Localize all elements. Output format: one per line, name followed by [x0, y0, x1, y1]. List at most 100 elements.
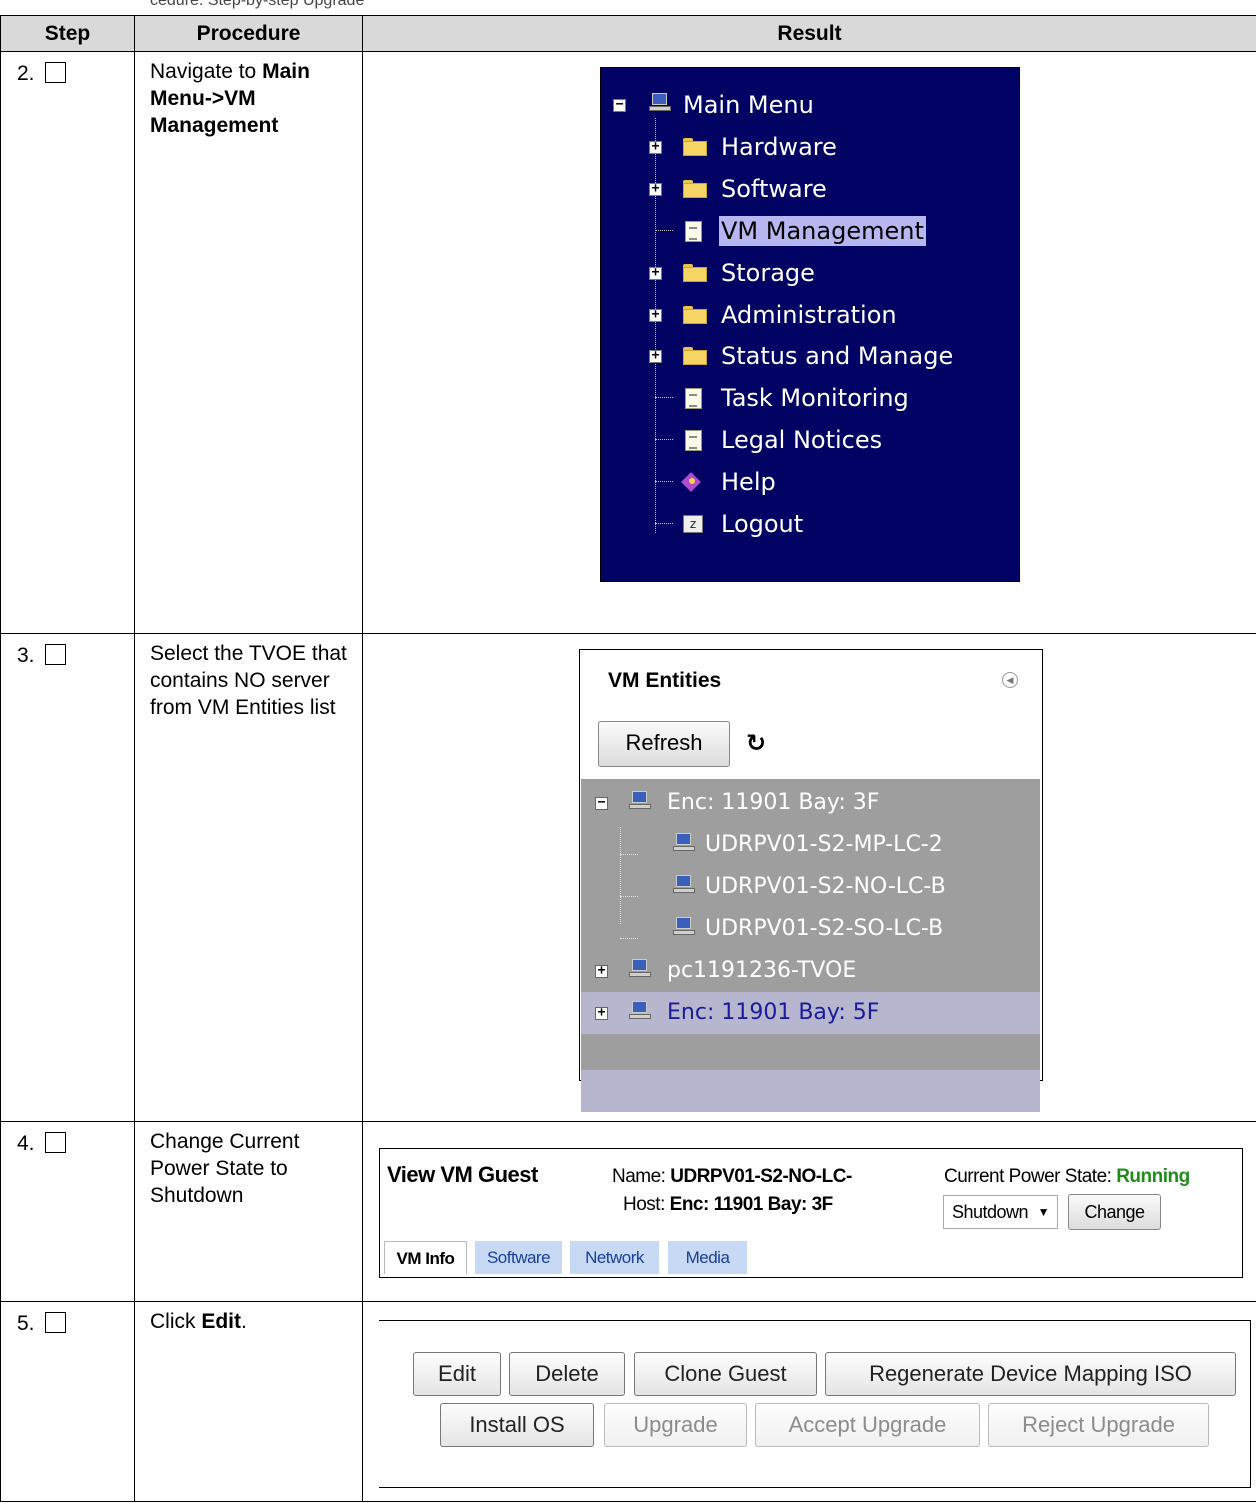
procedure-bold-text: Edit [201, 1310, 242, 1333]
step-checkbox[interactable] [44, 1312, 66, 1333]
header-step: Step [0, 15, 135, 52]
vm-entities-title: VM Entities [608, 669, 722, 692]
view-vm-guest-panel: View VM Guest Name: UDRPV01-S2-NO-LC- Ho… [379, 1148, 1243, 1278]
tab-network[interactable]: Network [570, 1241, 659, 1274]
expand-icon[interactable]: + [649, 182, 662, 196]
logout-icon: z [683, 515, 703, 533]
tab-vm-info[interactable]: VM Info [384, 1241, 467, 1274]
header-procedure: Procedure [134, 15, 363, 52]
vm-host: Host: Enc: 11901 Bay: 3F [623, 1194, 833, 1216]
procedure-text: Click [150, 1310, 202, 1333]
vm-guest-title: View VM Guest [387, 1162, 538, 1187]
step-number: 3. [17, 644, 35, 667]
tree-node-label: UDRPV01-S2-SO-LC-B [705, 916, 944, 941]
folder-icon [683, 306, 707, 324]
result-cell: VM Entities ◀ Refresh ↻ − Enc: 11901 Bay… [362, 633, 1256, 1122]
collapse-icon[interactable]: − [613, 98, 626, 112]
expand-icon[interactable]: + [595, 1006, 608, 1020]
delete-button[interactable]: Delete [509, 1352, 625, 1396]
accept-upgrade-button[interactable]: Accept Upgrade [755, 1403, 980, 1447]
computer-icon [629, 791, 651, 811]
procedure-cell: Select the TVOE that contains NO server … [134, 633, 363, 1122]
step-checkbox[interactable] [44, 62, 66, 83]
upgrade-button[interactable]: Upgrade [604, 1403, 747, 1447]
folder-icon [683, 264, 707, 282]
guest-actions-panel: Edit Delete Clone Guest Regenerate Devic… [379, 1320, 1251, 1488]
collapse-icon[interactable]: − [595, 796, 608, 810]
computer-icon [673, 917, 695, 937]
tab-media[interactable]: Media [668, 1241, 747, 1274]
folder-icon [683, 180, 707, 198]
folder-icon [683, 138, 707, 156]
computer-icon [629, 1001, 651, 1021]
table-row: 3. Select the TVOE that contains NO serv… [0, 633, 1256, 1122]
expand-icon[interactable]: + [595, 964, 608, 978]
procedure-table: Step Procedure Result 2. Navigate to Mai… [0, 15, 1256, 1502]
menu-item-label: Help [721, 468, 776, 496]
refresh-button[interactable]: Refresh [598, 721, 730, 767]
menu-root-label: Main Menu [683, 91, 814, 119]
menu-item-label: Status and Manage [721, 342, 954, 370]
procedure-cell: Navigate to Main Menu->VM Management [134, 51, 363, 634]
tree-node-label: UDRPV01-S2-MP-LC-2 [705, 832, 943, 857]
chevron-down-icon: ▼ [1037, 1205, 1050, 1219]
procedure-text: Navigate to [150, 60, 263, 83]
change-button[interactable]: Change [1068, 1194, 1161, 1230]
procedure-cell: Click Edit. [134, 1301, 363, 1502]
power-state-select[interactable]: Shutdown ▼ [943, 1195, 1058, 1229]
name-label: Name: [612, 1166, 666, 1187]
step-cell: 5. [0, 1301, 135, 1502]
main-menu-tree: − Main Menu + Hardware + Software VM Man… [600, 67, 1020, 582]
table-row: 2. Navigate to Main Menu->VM Management … [0, 51, 1256, 634]
result-cell: View VM Guest Name: UDRPV01-S2-NO-LC- Ho… [362, 1121, 1256, 1302]
document-caption: cedure: Step-by-step Upgrade [150, 0, 365, 9]
computer-icon [673, 833, 695, 853]
menu-item-label: Legal Notices [721, 426, 883, 454]
edit-button[interactable]: Edit [413, 1352, 501, 1396]
table-row: 4. Change Current Power State to Shutdow… [0, 1121, 1256, 1302]
power-state: Current Power State: Running [944, 1166, 1190, 1188]
tab-software[interactable]: Software [475, 1241, 562, 1274]
expand-icon[interactable]: + [649, 349, 662, 363]
result-cell: Edit Delete Clone Guest Regenerate Devic… [362, 1301, 1256, 1502]
menu-item-label: Hardware [721, 133, 837, 161]
procedure-text: Change Current Power State to Shutdown [150, 1130, 300, 1207]
step-number: 4. [17, 1132, 35, 1155]
step-checkbox[interactable] [44, 644, 66, 665]
step-number: 5. [17, 1312, 35, 1335]
tree-node-label: UDRPV01-S2-NO-LC-B [705, 874, 946, 899]
host-value: Enc: 11901 Bay: 3F [669, 1194, 834, 1215]
tree-node-label: Enc: 11901 Bay: 3F [667, 790, 880, 815]
folder-icon [683, 347, 707, 365]
expand-icon[interactable]: + [649, 308, 662, 322]
vm-name: Name: UDRPV01-S2-NO-LC- [612, 1166, 852, 1188]
header-result: Result [362, 15, 1256, 52]
menu-item-label: Storage [721, 259, 815, 287]
collapse-panel-icon[interactable]: ◀ [1002, 672, 1018, 688]
name-value: UDRPV01-S2-NO-LC- [670, 1166, 852, 1187]
clone-guest-button[interactable]: Clone Guest [634, 1352, 817, 1396]
table-header-row: Step Procedure Result [0, 15, 1256, 52]
vm-entities-tree: − Enc: 11901 Bay: 3F UDRPV01-S2-MP-LC-2 … [581, 779, 1040, 1112]
expand-icon[interactable]: + [649, 140, 662, 154]
menu-item-label: VM Management [719, 216, 926, 246]
procedure-text: Select the TVOE that contains NO server … [150, 642, 347, 719]
procedure-cell: Change Current Power State to Shutdown [134, 1121, 363, 1302]
computer-icon [649, 93, 671, 113]
help-book-icon [681, 472, 703, 492]
install-os-button[interactable]: Install OS [440, 1403, 594, 1447]
menu-item-label: Task Monitoring [721, 384, 909, 412]
menu-item-label: Logout [721, 510, 804, 538]
document-icon [685, 430, 702, 451]
regenerate-device-mapping-iso-button[interactable]: Regenerate Device Mapping ISO [825, 1352, 1236, 1396]
select-value: Shutdown [952, 1202, 1029, 1222]
step-cell: 2. [0, 51, 135, 634]
tree-node-label: Enc: 11901 Bay: 5F [667, 1000, 880, 1025]
reject-upgrade-button[interactable]: Reject Upgrade [988, 1403, 1209, 1447]
refresh-icon[interactable]: ↻ [746, 729, 766, 757]
computer-icon [673, 875, 695, 895]
step-number: 2. [17, 62, 35, 85]
vm-entities-panel: VM Entities ◀ Refresh ↻ − Enc: 11901 Bay… [579, 649, 1043, 1112]
step-checkbox[interactable] [44, 1132, 66, 1153]
expand-icon[interactable]: + [649, 266, 662, 280]
